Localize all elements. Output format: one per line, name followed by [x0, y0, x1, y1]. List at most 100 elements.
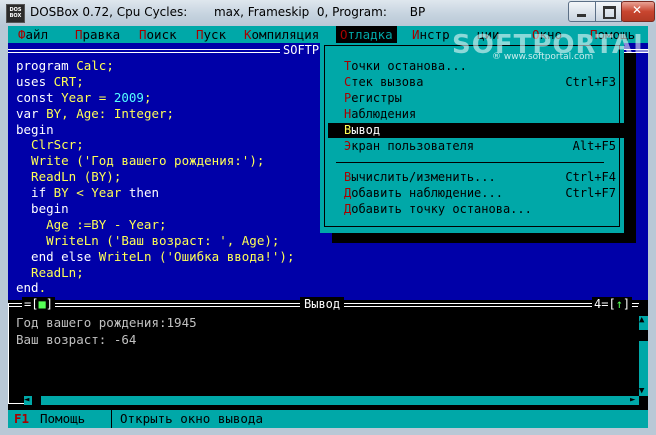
code-line: program Calc;	[16, 58, 294, 74]
horizontal-scrollbar[interactable]: ◄ ►	[24, 396, 639, 405]
code-token: );	[249, 153, 265, 169]
menu-item[interactable]: Отладка	[336, 26, 397, 43]
code-token: );	[279, 248, 295, 264]
menu-label: омпиляция	[251, 27, 320, 42]
menu-item[interactable]: Компиляция	[240, 26, 323, 43]
window-titlebar[interactable]: DOS BOX DOSBox 0.72, Cpu Cycles: max, Fr…	[0, 0, 656, 27]
code-token: ReadLn;	[16, 264, 84, 280]
scroll-up-arrow-icon[interactable]: ▲	[639, 316, 644, 325]
debug-menu-label: егистры	[351, 91, 402, 105]
output-text: Год вашего рождения:1945 Ваш возраст: -64	[16, 315, 197, 348]
window-frame-right	[648, 26, 656, 435]
help-hotkey-label[interactable]: Помощь	[40, 411, 85, 426]
code-token: WriteLn (	[16, 232, 114, 248]
code-line: var BY, Age: Integer;	[16, 106, 294, 122]
code-line: begin	[16, 201, 294, 217]
code-token: 'Ошибка ввода!'	[166, 248, 280, 264]
debug-menu-item[interactable]: Наблюдения	[328, 107, 624, 122]
debug-menu-item[interactable]: Вычислить/изменить... Ctrl+F4	[328, 170, 624, 185]
output-close-box[interactable]: =[■]	[22, 297, 55, 312]
output-window-number: 4=[↑]	[592, 297, 633, 312]
debug-menu-label: аблюдения	[351, 107, 417, 121]
code-token: BY < Year	[53, 185, 129, 201]
menu-hotkey: П	[75, 27, 83, 42]
code-token: , Age);	[226, 232, 280, 248]
vertical-scroll-thumb[interactable]	[639, 330, 648, 341]
code-token: ;	[143, 89, 152, 105]
code-line: end else WriteLn ('Ошибка ввода!');	[16, 249, 294, 265]
code-line: Age :=BY - Year;	[16, 217, 294, 233]
code-token: begin	[16, 201, 69, 217]
debug-menu-label: обавить наблюдение...	[351, 186, 503, 200]
horizontal-scroll-thumb[interactable]	[32, 396, 41, 405]
debug-menu-label: обавить точку останова...	[351, 202, 532, 216]
code-token: Calc;	[76, 58, 114, 73]
menu-hotkey: Ф	[18, 27, 26, 42]
zoom-icon[interactable]: ↑	[616, 297, 623, 311]
debug-menu-item[interactable]: Экран пользователя Alt+F5	[328, 139, 624, 154]
output-line: Год вашего рождения:1945	[16, 315, 197, 330]
help-hotkey[interactable]: F1	[14, 411, 29, 426]
code-token: WriteLn (	[98, 248, 167, 264]
menu-item[interactable]: Пуск	[192, 26, 230, 43]
status-bar: F1 Помощь Открыть окно вывода	[8, 410, 648, 428]
menu-label: равка	[82, 27, 121, 42]
scroll-right-arrow-icon[interactable]: ►	[630, 396, 635, 405]
code-token: begin	[16, 121, 54, 137]
code-token: .	[38, 280, 47, 296]
menu-item[interactable]: Правка	[71, 26, 124, 43]
menu-hotkey: П	[196, 27, 204, 42]
scroll-down-arrow-icon[interactable]: ▼	[639, 387, 644, 396]
code-token: var	[16, 105, 47, 121]
debug-menu-shortcut: Ctrl+F4	[565, 170, 616, 184]
vertical-scrollbar[interactable]: ▲ ▼	[639, 316, 648, 396]
maximize-button[interactable]	[595, 1, 622, 22]
debug-menu-label: тек вызова	[351, 75, 424, 89]
window-title: DOSBox 0.72, Cpu Cycles: max, Frameskip …	[30, 5, 426, 19]
output-window[interactable]: =[■] Вывод 4=[↑] Год вашего рождения:194…	[8, 297, 648, 410]
code-line: WriteLn ('Ваш возраст: ', Age);	[16, 233, 294, 249]
code-line: ReadLn;	[16, 265, 294, 281]
code-line: ClrScr;	[16, 137, 294, 153]
code-token: then	[128, 185, 160, 201]
close-box-icon[interactable]: ■	[38, 297, 45, 311]
code-line: Write ('Год вашего рождения:');	[16, 153, 294, 169]
window-frame-bottom	[0, 428, 656, 435]
code-line: ReadLn (BY);	[16, 169, 294, 185]
debug-menu-label: ывод	[351, 123, 381, 137]
code-token: else	[61, 248, 99, 264]
dosbox-app-icon[interactable]: DOS BOX	[6, 4, 25, 23]
debug-menu-shortcut: Alt+F5	[572, 139, 616, 153]
menu-item[interactable]: Инстр	[408, 26, 454, 43]
code-token: if	[16, 185, 54, 201]
code-token: Write (	[16, 153, 84, 169]
code-token: ReadLn (BY);	[16, 169, 122, 185]
close-window-button[interactable]	[621, 1, 655, 22]
menu-hotkey: О	[340, 27, 348, 42]
debug-menu-item[interactable]: Регистры	[328, 91, 624, 106]
debug-menu-item[interactable]: Вывод	[328, 123, 624, 138]
code-line: if BY < Year then	[16, 185, 294, 201]
scroll-left-arrow-icon[interactable]: ◄	[24, 396, 29, 405]
code-area[interactable]: program Calc; uses CRT; const Year = 2009;…	[16, 58, 294, 296]
editor-title: SOFTP	[280, 43, 323, 58]
minimize-button[interactable]	[568, 1, 596, 22]
menu-label: тладка	[347, 27, 393, 42]
menu-hotkey: К	[244, 27, 252, 42]
debug-menu-label: ычислить/изменить...	[351, 170, 496, 184]
code-token: uses	[16, 73, 54, 89]
debug-menu-item[interactable]: Стек вызова Ctrl+F3	[328, 75, 624, 90]
menu-item[interactable]: Поиск	[135, 26, 181, 43]
debug-menu-item[interactable]: Добавить точку останова...	[328, 202, 624, 217]
menu-item[interactable]: Файл	[14, 26, 52, 43]
debug-menu-item[interactable]: Добавить наблюдение... Ctrl+F7	[328, 186, 624, 201]
menu-label: уск	[203, 27, 227, 42]
code-token: end	[16, 280, 39, 296]
window-frame-left	[0, 26, 8, 435]
menu-label: айл	[25, 27, 49, 42]
debug-menu-shortcut: Ctrl+F3	[565, 75, 616, 89]
output-title: Вывод	[300, 297, 345, 312]
debug-menu-shortcut: Ctrl+F7	[565, 186, 616, 200]
softportal-watermark-url: ® www.softportal.com	[492, 52, 594, 62]
code-token: program	[16, 58, 77, 73]
